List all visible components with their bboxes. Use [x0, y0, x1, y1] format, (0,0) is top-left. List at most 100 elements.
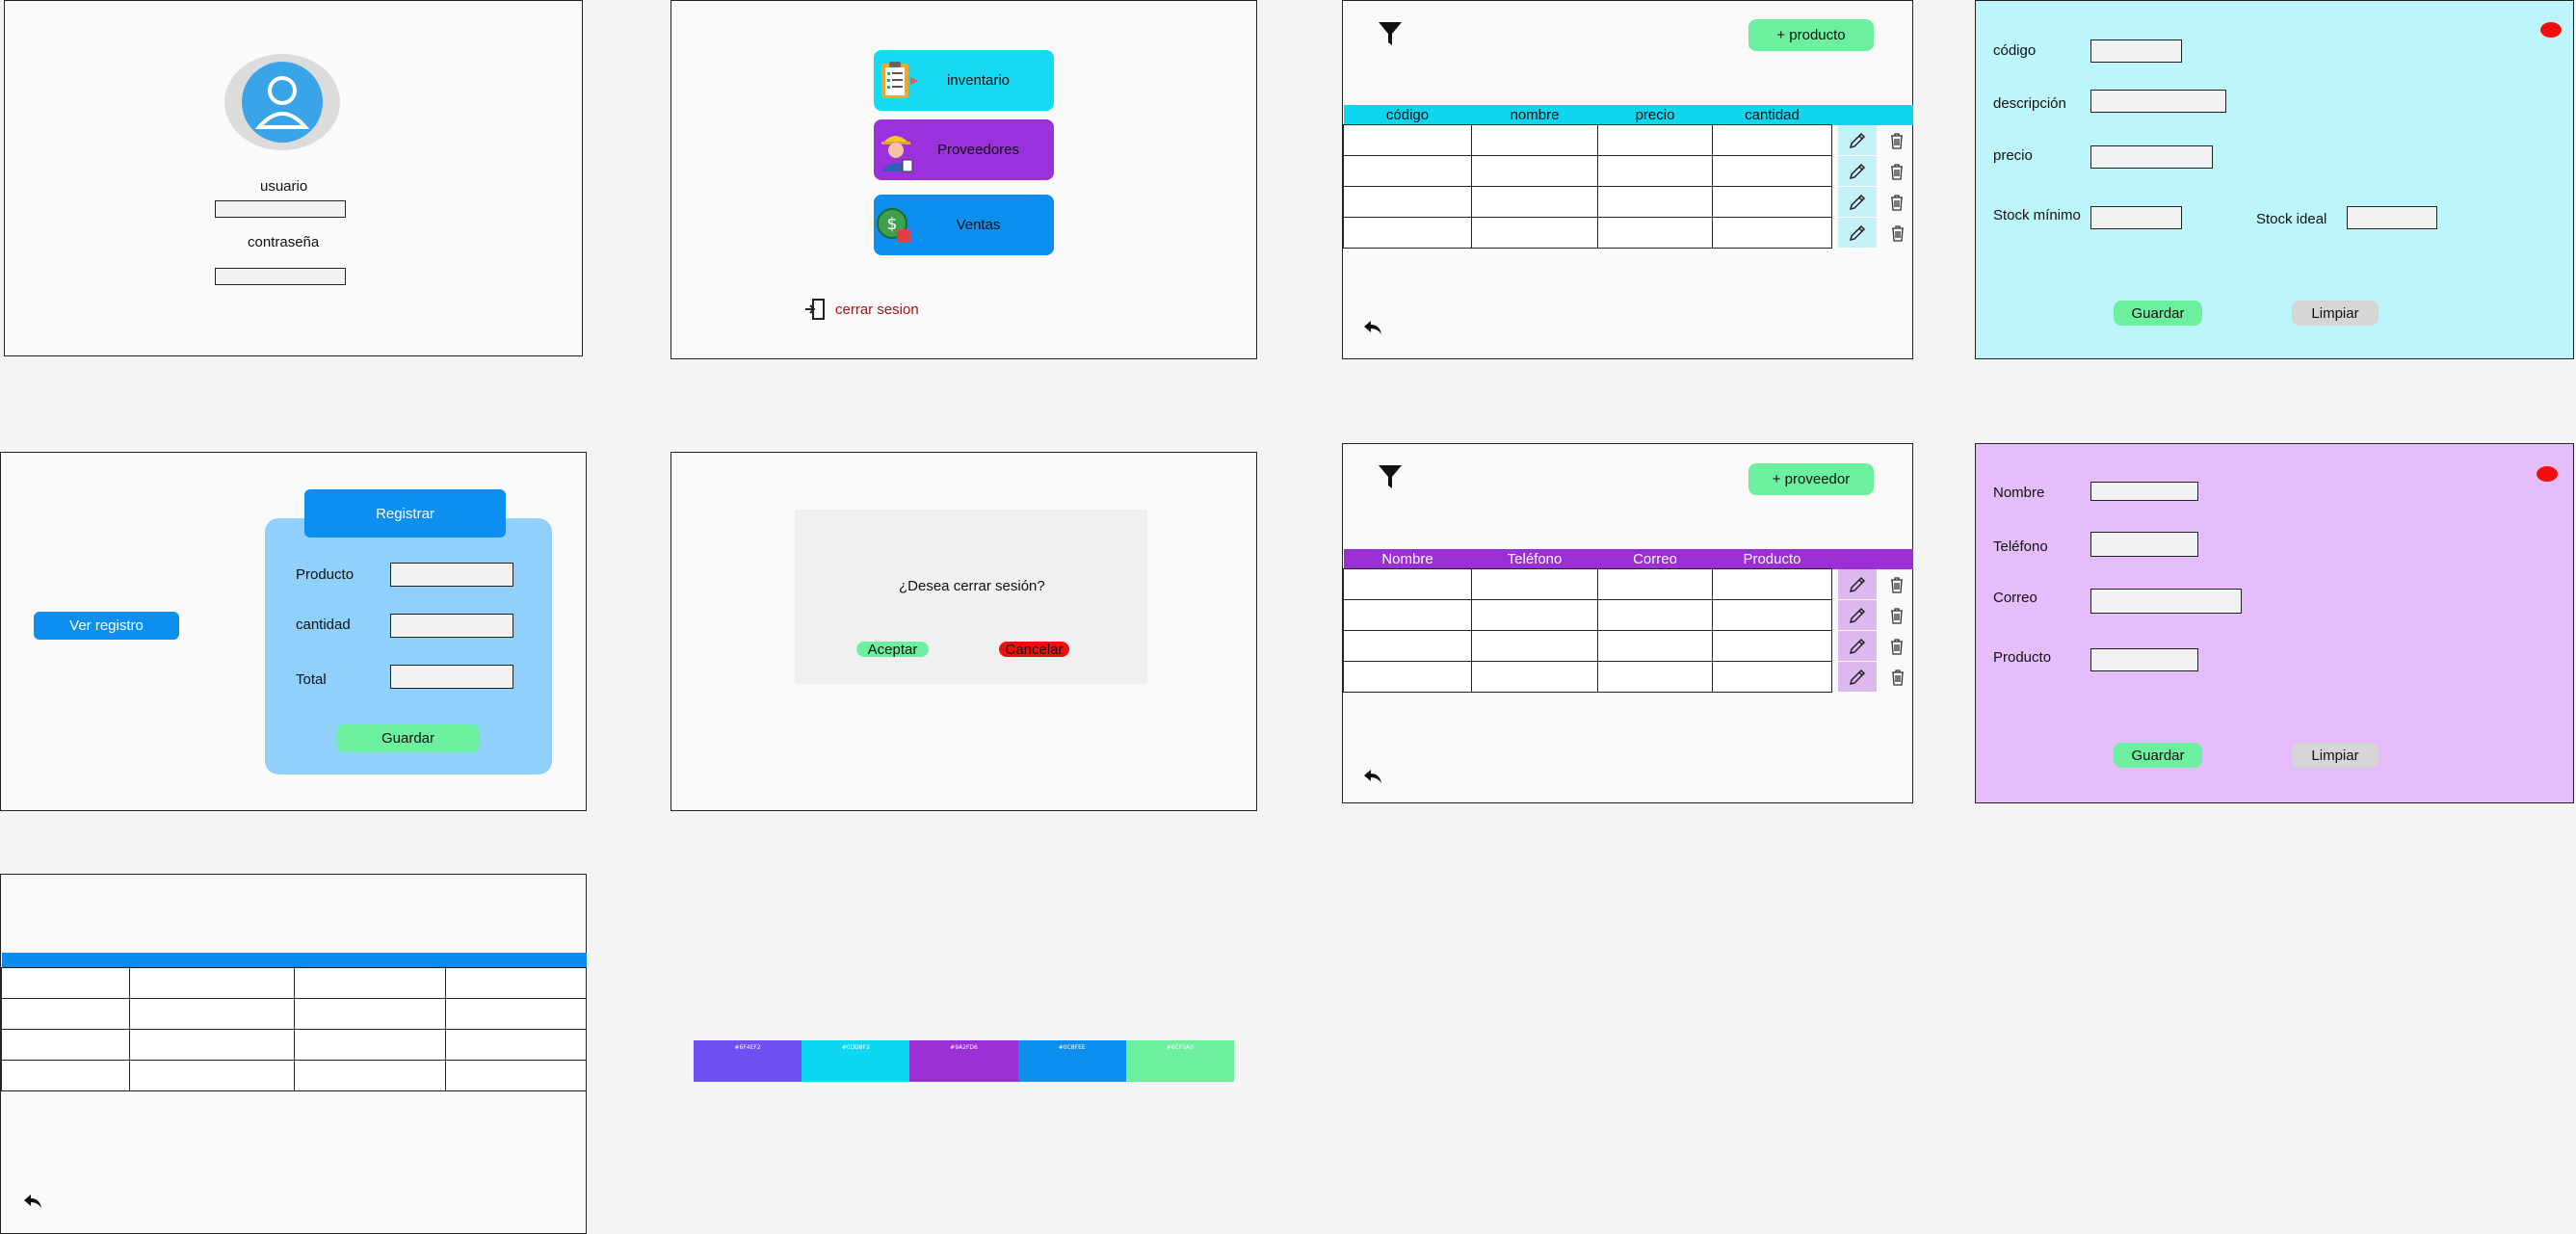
table-row[interactable]	[1343, 630, 1913, 662]
suppliers-screen: + proveedor Nombre Teléfono Correo Produ…	[1342, 443, 1913, 803]
username-field[interactable]	[215, 200, 346, 218]
name-field[interactable]	[2090, 482, 2198, 501]
table-cell	[445, 1060, 587, 1091]
table-cell	[1343, 661, 1472, 693]
swatch-label: #0DD8F2	[841, 1044, 870, 1051]
table-cell	[1343, 599, 1472, 631]
row-actions	[1832, 187, 1913, 218]
table-row[interactable]	[1343, 217, 1913, 249]
table-row[interactable]	[1, 967, 587, 999]
cancel-button[interactable]: Cancelar	[999, 642, 1069, 658]
accept-button[interactable]: Aceptar	[856, 642, 929, 658]
password-field[interactable]	[215, 268, 346, 285]
logout-link[interactable]: cerrar sesion	[804, 298, 919, 321]
quantity-label: cantidad	[296, 617, 351, 633]
table-cell	[129, 1060, 295, 1091]
money-icon: $	[877, 208, 910, 243]
trash-icon[interactable]	[1887, 637, 1906, 656]
save-button[interactable]: Guardar	[2114, 743, 2202, 768]
email-field[interactable]	[2090, 589, 2242, 614]
description-field[interactable]	[2090, 90, 2226, 113]
table-cell	[1712, 186, 1832, 218]
clear-button[interactable]: Limpiar	[2292, 301, 2379, 326]
trash-icon[interactable]	[1887, 131, 1906, 150]
price-field[interactable]	[2090, 145, 2213, 169]
edit-pencil-icon[interactable]	[1848, 162, 1867, 181]
row-actions	[1832, 125, 1913, 156]
edit-pencil-icon[interactable]	[1848, 193, 1867, 212]
product-field[interactable]	[390, 563, 513, 587]
edit-pencil-icon[interactable]	[1848, 637, 1867, 656]
table-cell	[129, 998, 295, 1030]
table-cell	[294, 967, 446, 999]
avatar	[224, 54, 340, 150]
total-label: Total	[296, 671, 327, 688]
trash-icon[interactable]	[1888, 668, 1907, 687]
min-stock-field[interactable]	[2090, 206, 2182, 229]
products-rows	[1343, 124, 1913, 249]
product-field[interactable]	[2090, 648, 2198, 671]
trash-icon[interactable]	[1888, 223, 1907, 243]
save-button[interactable]: Guardar	[2114, 301, 2202, 326]
code-field[interactable]	[2090, 39, 2182, 63]
back-arrow-icon[interactable]	[22, 1193, 43, 1210]
table-row[interactable]	[1343, 124, 1913, 156]
back-arrow-icon[interactable]	[1362, 319, 1383, 336]
menu-item-ventas[interactable]: $ Ventas	[874, 195, 1054, 255]
column-header	[445, 953, 587, 968]
clear-button[interactable]: Limpiar	[2292, 743, 2379, 768]
table-row[interactable]	[1, 998, 587, 1030]
add-supplier-button[interactable]: + proveedor	[1748, 463, 1874, 495]
table-cell	[1712, 630, 1832, 662]
trash-icon[interactable]	[1887, 193, 1906, 212]
column-header	[294, 953, 446, 968]
trash-icon[interactable]	[1887, 162, 1906, 181]
trash-icon[interactable]	[1887, 575, 1906, 594]
row-actions	[1832, 631, 1913, 662]
edit-pencil-icon[interactable]	[1848, 131, 1867, 150]
total-field[interactable]	[390, 665, 513, 689]
description-label: descripción	[1993, 95, 2066, 112]
color-swatch: #9A2FD6	[909, 1040, 1018, 1082]
color-swatch: #6CF0A0	[1125, 1040, 1235, 1082]
edit-pencil-icon[interactable]	[1848, 223, 1867, 243]
add-product-button[interactable]: + producto	[1748, 19, 1874, 51]
phone-field[interactable]	[2090, 532, 2198, 557]
table-row[interactable]	[1, 1029, 587, 1061]
edit-pencil-icon[interactable]	[1848, 575, 1867, 594]
table-cell	[1597, 568, 1713, 600]
logout-label: cerrar sesion	[835, 301, 919, 318]
view-records-button[interactable]: Ver registro	[34, 612, 179, 640]
swatch-label: #9A2FD6	[950, 1044, 978, 1051]
close-button[interactable]	[2537, 466, 2558, 482]
table-cell	[1, 967, 130, 999]
clipboard-icon	[881, 62, 918, 98]
menu-item-inventario[interactable]: inventario	[874, 50, 1054, 111]
table-cell	[129, 967, 295, 999]
back-arrow-icon[interactable]	[1362, 768, 1383, 785]
menu-item-proveedores[interactable]: Proveedores	[874, 119, 1054, 180]
trash-icon[interactable]	[1887, 606, 1906, 625]
edit-pencil-icon[interactable]	[1848, 606, 1867, 625]
logout-confirm-screen: ¿Desea cerrar sesión? Aceptar Cancelar	[670, 452, 1257, 811]
column-header: Teléfono	[1471, 549, 1598, 569]
table-row[interactable]	[1343, 186, 1913, 218]
edit-pencil-icon[interactable]	[1848, 668, 1867, 687]
table-row[interactable]	[1343, 568, 1913, 600]
table-cell	[1597, 217, 1713, 249]
filter-icon[interactable]	[1377, 20, 1404, 47]
row-actions	[1832, 662, 1913, 693]
table-cell	[1471, 124, 1598, 156]
filter-icon[interactable]	[1377, 463, 1404, 490]
table-row[interactable]	[1343, 661, 1913, 693]
table-row[interactable]	[1343, 155, 1913, 187]
table-row[interactable]	[1343, 599, 1913, 631]
ideal-stock-field[interactable]	[2347, 206, 2437, 229]
quantity-field[interactable]	[390, 614, 513, 638]
menu-screen: inventario Proveedores $ Ventas cerrar s…	[670, 0, 1257, 359]
table-row[interactable]	[1, 1060, 587, 1091]
save-button[interactable]: Guardar	[336, 724, 480, 752]
username-label: usuario	[260, 178, 308, 195]
email-label: Correo	[1993, 590, 2037, 606]
close-button[interactable]	[2540, 22, 2562, 38]
